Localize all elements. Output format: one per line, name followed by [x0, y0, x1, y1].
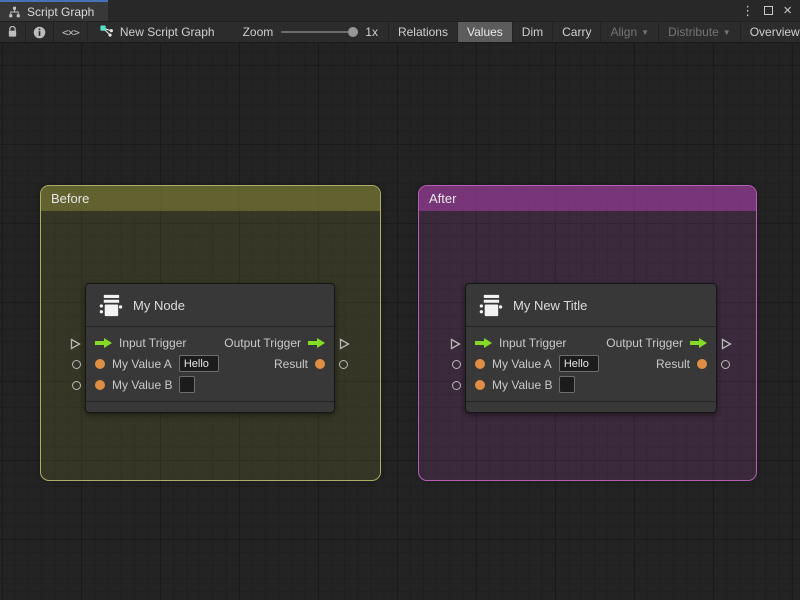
dim-button[interactable]: Dim [513, 22, 554, 42]
zoom-control: Zoom 1x [225, 22, 389, 42]
node-my-new-title: My New Title Input Trigger Output Trigge… [445, 283, 737, 413]
group-label: Before [51, 191, 90, 206]
code-preview-button[interactable]: <×> [54, 22, 88, 42]
port-row: Input Trigger Output Trigger [466, 332, 716, 353]
trigger-arrow-icon [95, 337, 112, 348]
value-port-icon [95, 358, 105, 369]
zoom-slider[interactable] [281, 27, 359, 37]
maximize-icon[interactable] [764, 6, 774, 15]
info-button[interactable] [26, 22, 54, 42]
zoom-value: 1x [365, 25, 378, 39]
unit-node[interactable]: My New Title Input Trigger Output Trigge… [465, 283, 717, 413]
values-button[interactable]: Values [457, 22, 513, 42]
group-label: After [429, 191, 457, 206]
input-port-rail [65, 283, 85, 413]
node-footer [86, 401, 334, 412]
port-row: Input Trigger Output Trigger [86, 332, 334, 353]
node-header[interactable]: My New Title [466, 284, 716, 327]
port-row: My Value B [466, 374, 716, 395]
script-graph-window: Script Graph ⋮ × <×> New Script Graph Zo… [0, 0, 800, 600]
value-output-port[interactable] [339, 360, 348, 369]
relations-button[interactable]: Relations [389, 22, 458, 42]
zoom-slider-handle[interactable] [348, 27, 359, 37]
align-dropdown[interactable]: Align ▼ [601, 22, 660, 42]
node-my-node: My Node Input Trigger Output Trigger My … [65, 283, 355, 413]
unit-node[interactable]: My Node Input Trigger Output Trigger My … [85, 283, 335, 413]
graph-node-icon [100, 25, 113, 37]
tab-bar: Script Graph ⋮ × [0, 0, 800, 21]
graph-toolbar: <×> New Script Graph Zoom 1x Relations V… [0, 21, 800, 43]
graph-canvas[interactable]: Before After My Node Input Trigger Outpu… [0, 43, 800, 600]
chevron-down-icon: ▼ [722, 28, 731, 37]
code-preview-icon: <×> [62, 25, 80, 39]
zoom-label: Zoom [242, 25, 274, 39]
group-before-header[interactable]: Before [41, 186, 380, 211]
trigger-arrow-icon [475, 337, 492, 348]
trigger-input-port[interactable] [70, 338, 81, 350]
menu-icon[interactable]: ⋮ [741, 4, 754, 17]
value-output-port[interactable] [721, 360, 730, 369]
node-ports: Input Trigger Output Trigger My Value A [466, 327, 716, 401]
value-port-icon [315, 358, 325, 369]
node-ports: Input Trigger Output Trigger My Value A [86, 327, 334, 401]
value-a-field[interactable] [178, 355, 219, 372]
chevron-down-icon: ▼ [641, 28, 650, 37]
carry-button[interactable]: Carry [553, 22, 602, 42]
trigger-output-port[interactable] [339, 338, 350, 350]
node-footer [466, 401, 716, 412]
output-port-rail [335, 283, 355, 413]
value-port-icon [697, 358, 707, 369]
value-input-port[interactable] [72, 360, 81, 369]
trigger-input-port[interactable] [450, 338, 461, 350]
node-header[interactable]: My Node [86, 284, 334, 327]
overview-button[interactable]: Overview [741, 22, 800, 42]
tab-script-graph[interactable]: Script Graph [0, 0, 109, 21]
info-icon [33, 26, 46, 38]
output-trigger[interactable]: Output Trigger [224, 336, 325, 350]
value-port-icon [95, 379, 105, 390]
custom-unit-icon [99, 294, 123, 316]
distribute-dropdown[interactable]: Distribute ▼ [659, 22, 741, 42]
value-port-icon [475, 358, 485, 369]
input-trigger[interactable]: Input Trigger [95, 336, 186, 350]
value-input-port[interactable] [72, 381, 81, 390]
node-title: My Node [133, 297, 186, 313]
value-input-port[interactable] [452, 360, 461, 369]
input-port-rail [445, 283, 465, 413]
trigger-arrow-icon [308, 337, 325, 348]
group-after-header[interactable]: After [419, 186, 756, 211]
value-input-port[interactable] [452, 381, 461, 390]
value-output-result[interactable]: Result [656, 357, 707, 371]
output-trigger[interactable]: Output Trigger [606, 336, 707, 350]
trigger-output-port[interactable] [721, 338, 732, 350]
custom-unit-icon [479, 294, 503, 316]
value-input-b[interactable]: My Value B [95, 376, 196, 393]
value-input-b[interactable]: My Value B [475, 376, 576, 393]
value-b-field[interactable] [179, 376, 196, 393]
port-row: My Value A Result [86, 353, 334, 374]
value-input-a[interactable]: My Value A [475, 355, 599, 372]
value-port-icon [475, 379, 485, 390]
value-input-a[interactable]: My Value A [95, 355, 219, 372]
sitemap-icon [9, 6, 20, 17]
value-output-result[interactable]: Result [274, 357, 325, 371]
trigger-arrow-icon [690, 337, 707, 348]
node-title: My New Title [513, 297, 588, 313]
tabbar-spacer [108, 0, 741, 21]
window-controls: ⋮ × [741, 0, 800, 21]
value-a-field[interactable] [558, 355, 599, 372]
port-row: My Value A Result [466, 353, 716, 374]
port-row: My Value B [86, 374, 334, 395]
close-icon[interactable]: × [783, 3, 792, 18]
graph-name-label: New Script Graph [119, 25, 215, 39]
tab-title: Script Graph [27, 4, 95, 19]
output-port-rail [717, 283, 737, 413]
input-trigger[interactable]: Input Trigger [475, 336, 566, 350]
lock-icon [8, 26, 17, 37]
value-b-field[interactable] [559, 376, 576, 393]
current-graph: New Script Graph [88, 22, 225, 42]
lock-button[interactable] [0, 22, 26, 42]
